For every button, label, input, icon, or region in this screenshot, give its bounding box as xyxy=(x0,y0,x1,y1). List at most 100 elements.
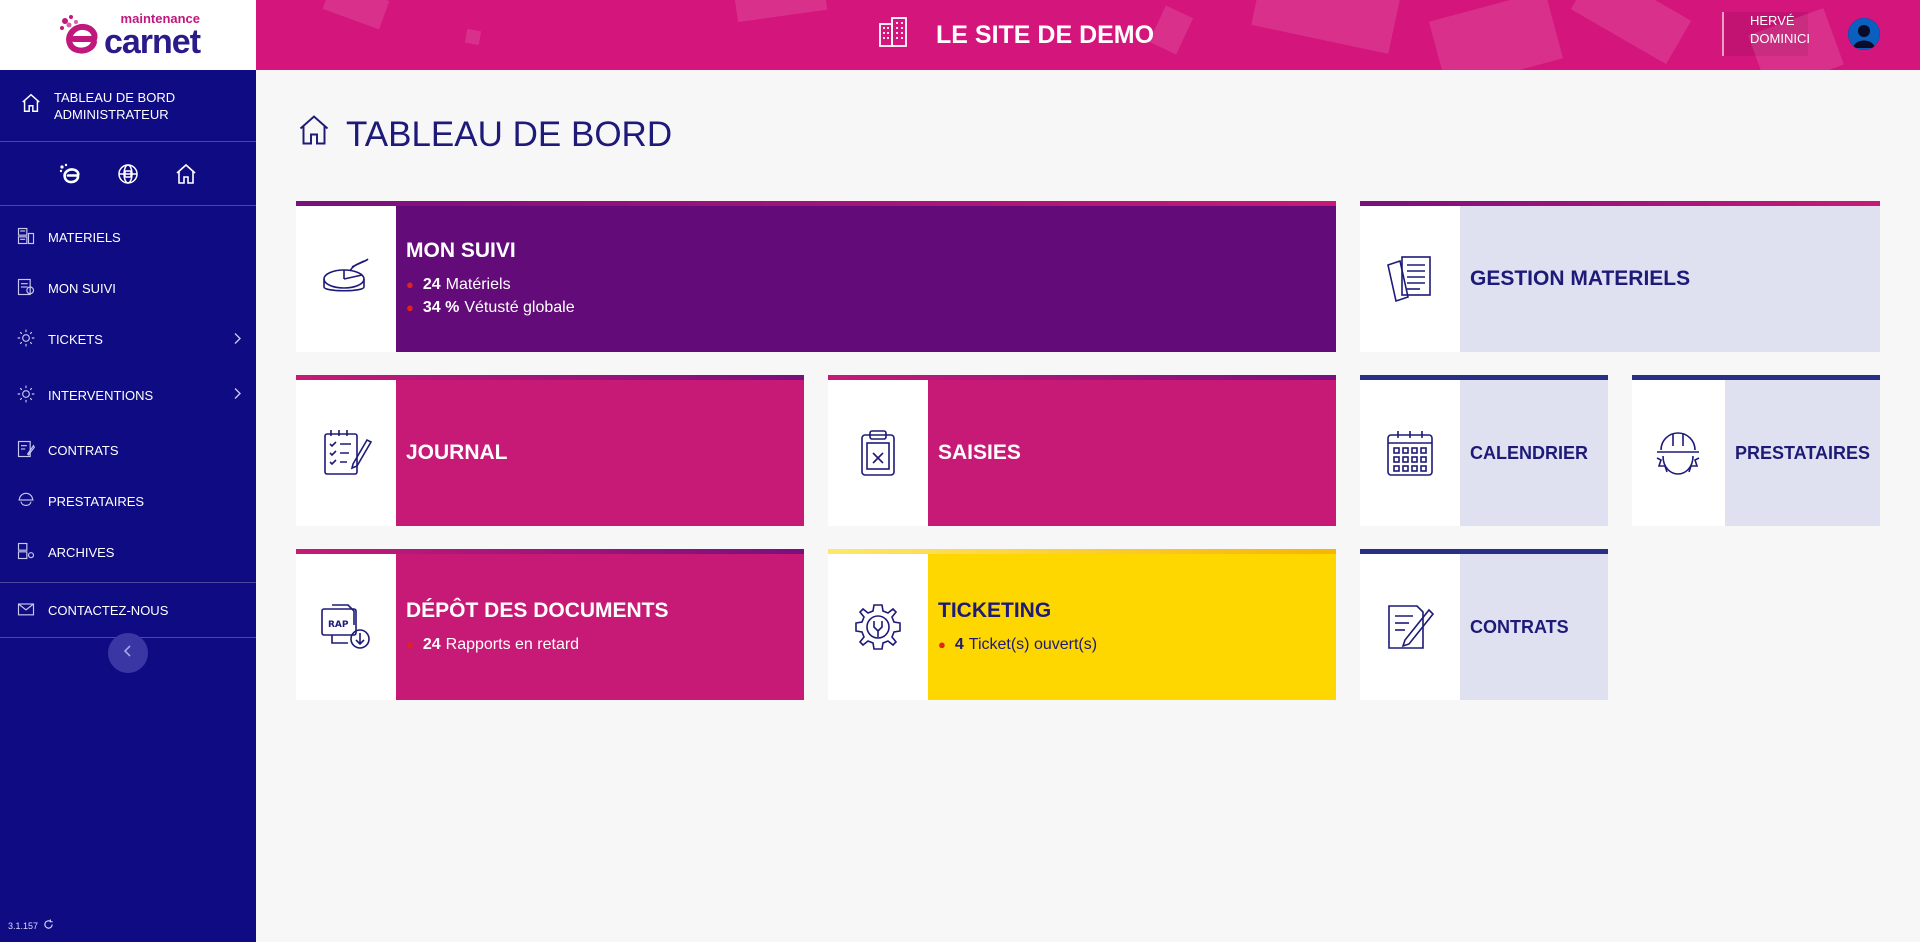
tile-contrats[interactable]: CONTRATS xyxy=(1360,549,1608,700)
header-decoration xyxy=(1428,0,1564,70)
tile-prestataires[interactable]: PRESTATAIRES xyxy=(1632,375,1880,526)
sidebar-item-tickets[interactable]: TICKETS xyxy=(0,314,256,365)
sidebar-item-mon-suivi[interactable]: MON SUIVI xyxy=(0,263,256,314)
envelope-icon xyxy=(16,599,36,622)
home-icon xyxy=(296,112,332,157)
refresh-icon[interactable] xyxy=(43,919,54,932)
list-item: ● 4 Ticket(s) ouvert(s) xyxy=(938,633,1326,656)
sidebar-item-label: MATERIELS xyxy=(48,230,121,245)
tile-body: GESTION MATERIELS xyxy=(1460,201,1880,352)
sidebar-nav: MATERIELS MON SUIVI TICKETS INTERVENTION… xyxy=(0,206,256,578)
site-title-text: LE SITE DE DEMO xyxy=(936,20,1155,49)
tickets-icon xyxy=(16,328,36,351)
contracts-icon xyxy=(16,439,36,462)
checklist-icon xyxy=(296,375,396,526)
tile-title: JOURNAL xyxy=(406,441,508,464)
helmet-worker-icon xyxy=(1632,375,1725,526)
sidebar-item-label: TICKETS xyxy=(48,332,103,347)
tile-body: CALENDRIER xyxy=(1460,375,1608,526)
header-decoration xyxy=(1148,5,1194,55)
building-icon xyxy=(876,15,910,56)
stat-text: Vétusté globale xyxy=(464,299,575,316)
list-item: ● 24 Matériels xyxy=(406,273,1326,296)
top-header: LE SITE DE DEMO HERVÉ DOMINICI xyxy=(256,0,1920,70)
tile-saisies[interactable]: SAISIES xyxy=(828,375,1336,526)
site-title[interactable]: LE SITE DE DEMO xyxy=(876,0,1154,70)
sidebar-item-label: PRESTATAIRES xyxy=(48,494,145,509)
sidebar-item-archives[interactable]: ARCHIVES xyxy=(0,527,256,578)
clipboard-icon xyxy=(828,375,928,526)
sidebar-item-contact[interactable]: CONTACTEZ-NOUS xyxy=(0,582,256,638)
tile-depot-documents[interactable]: RAP DÉPÔT DES DOCUMENTS ● 24 Rapports en r… xyxy=(296,549,804,700)
providers-icon xyxy=(16,490,36,513)
archives-icon xyxy=(16,541,36,564)
sidebar-item-label: MON SUIVI xyxy=(48,281,116,296)
header-decoration xyxy=(734,0,828,23)
stat-value: 24 xyxy=(422,635,441,653)
ecarnet-icon[interactable] xyxy=(57,161,83,187)
tile-body: MON SUIVI ● 24 Matériels ● 34 % Vétusté glob… xyxy=(396,201,1336,352)
sidebar-item-materiels[interactable]: MATERIELS xyxy=(0,212,256,263)
sidebar-dashboard-link[interactable]: TABLEAU DE BORD ADMINISTRATEUR xyxy=(0,70,256,142)
sidebar-item-interventions[interactable]: INTERVENTIONS xyxy=(0,365,256,425)
tile-body: TICKETING ● 4 Ticket(s) ouvert(s) xyxy=(928,549,1336,700)
sidebar-item-label: ARCHIVES xyxy=(48,545,115,560)
collapse-sidebar-button[interactable] xyxy=(108,633,148,673)
sidebar-dashboard-label: TABLEAU DE BORD ADMINISTRATEUR xyxy=(54,89,176,122)
home-icon xyxy=(20,92,42,119)
stat-text: Rapports en retard xyxy=(445,635,580,653)
version-label: 3.1.157 xyxy=(8,919,54,932)
stat-text: Ticket(s) ouvert(s) xyxy=(968,635,1098,653)
tile-body: JOURNAL xyxy=(396,375,804,526)
header-decoration xyxy=(1570,0,1692,65)
sidebar-item-label: INTERVENTIONS xyxy=(48,387,154,403)
tile-mon-suivi[interactable]: MON SUIVI ● 24 Matériels ● 34 % Vétusté glob… xyxy=(296,201,1336,352)
quick-icons xyxy=(0,142,256,206)
globe-icon[interactable] xyxy=(115,161,141,187)
interventions-icon xyxy=(16,384,36,407)
tile-body: PRESTATAIRES xyxy=(1724,375,1880,526)
version-text: 3.1.157 xyxy=(8,920,39,931)
tile-calendrier[interactable]: CALENDRIER xyxy=(1360,375,1608,526)
stat-text: Matériels xyxy=(445,276,511,293)
sidebar-item-contrats[interactable]: CONTRATS xyxy=(0,425,256,476)
sidebar-item-label: CONTACTEZ-NOUS xyxy=(48,602,169,618)
pie-chart-icon xyxy=(296,201,396,352)
sidebar-item-prestataires[interactable]: PRESTATAIRES xyxy=(0,476,256,527)
chevron-right-icon xyxy=(232,388,242,403)
user-menu[interactable]: HERVÉ DOMINICI xyxy=(1722,12,1810,56)
logo-area[interactable]: maintenance carnet xyxy=(0,0,256,70)
header-decoration xyxy=(322,0,390,30)
sidebar: maintenance carnet TABLEAU DE BORD ADMIN… xyxy=(0,0,256,942)
tile-gestion-materiels[interactable]: GESTION MATERIELS xyxy=(1360,201,1880,352)
tile-stats: ● 24 Matériels ● 34 % Vétusté globale xyxy=(406,273,1326,319)
stat-value: 34 % xyxy=(422,299,460,316)
avatar[interactable] xyxy=(1848,18,1880,50)
page-title: TABLEAU DE BORD xyxy=(296,112,672,157)
stat-value: 4 xyxy=(954,635,964,653)
tile-title: PRESTATAIRES xyxy=(1734,442,1870,463)
tile-title: CONTRATS xyxy=(1470,616,1569,637)
tile-stats: ● 4 Ticket(s) ouvert(s) xyxy=(938,633,1326,656)
tile-title: GESTION MATERIELS xyxy=(1470,267,1691,290)
logo-big-text: carnet xyxy=(103,22,201,61)
tile-stats: ● 24 Rapports en retard xyxy=(406,633,794,656)
list-item: ● 24 Rapports en retard xyxy=(406,633,794,656)
tile-ticketing[interactable]: TICKETING ● 4 Ticket(s) ouvert(s) xyxy=(828,549,1336,700)
equipment-icon xyxy=(16,226,36,249)
user-first-name: HERVÉ xyxy=(1750,13,1795,28)
tile-title: TICKETING xyxy=(938,598,1052,622)
list-item: ● 34 % Vétusté globale xyxy=(406,296,1326,319)
report-download-icon: RAP xyxy=(296,549,396,700)
tile-body: SAISIES xyxy=(928,375,1336,526)
chevron-left-icon xyxy=(123,644,133,663)
tile-journal[interactable]: JOURNAL xyxy=(296,375,804,526)
header-decoration xyxy=(464,28,482,46)
stat-value: 24 xyxy=(422,276,441,293)
svg-text:RAP: RAP xyxy=(328,620,349,630)
contract-pen-icon xyxy=(1360,549,1460,700)
tile-body: CONTRATS xyxy=(1460,549,1608,700)
calendar-icon xyxy=(1360,375,1460,526)
home-icon[interactable] xyxy=(173,161,199,187)
sidebar-item-label: CONTRATS xyxy=(48,443,119,458)
